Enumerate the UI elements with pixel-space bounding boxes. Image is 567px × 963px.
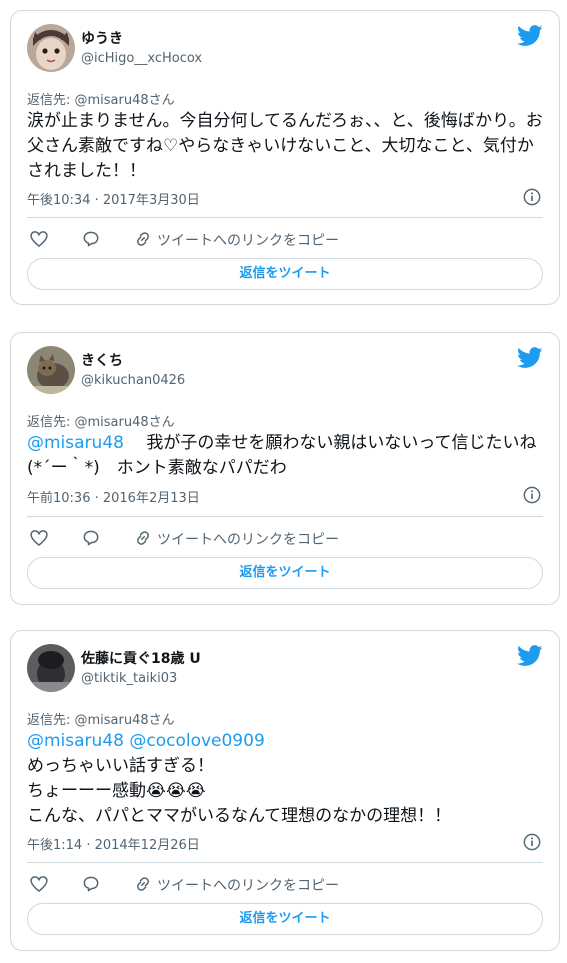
link-icon[interactable] (133, 229, 153, 249)
info-icon[interactable] (523, 833, 541, 851)
info-icon[interactable] (523, 188, 541, 206)
tweet-text-line: ちょーーー感動😭😭😭 (27, 781, 206, 801)
tweet-text: @misaru48 我が子の幸せを願わない親はいないって信じたいね(*´ー｀*)… (27, 431, 545, 481)
avatar[interactable] (27, 644, 75, 692)
user-handle[interactable]: @tiktik_taiki03 (81, 671, 177, 686)
reply-to-label: 返信先: @misaru48さん (27, 93, 175, 108)
reply-to-label: 返信先: @misaru48さん (27, 713, 175, 728)
info-icon[interactable] (523, 486, 541, 504)
comment-icon[interactable] (81, 229, 101, 249)
heart-icon[interactable] (29, 528, 49, 548)
reply-to-label: 返信先: @misaru48さん (27, 415, 175, 430)
action-bar: ツイートへのリンクをコピー (27, 528, 543, 552)
divider (27, 862, 543, 863)
comment-icon[interactable] (81, 874, 101, 894)
tweet-text-line: こんな、パパとママがいるなんて理想のなかの理想！！ (27, 806, 452, 826)
action-bar: ツイートへのリンクをコピー (27, 229, 543, 253)
user-handle[interactable]: @kikuchan0426 (81, 373, 185, 388)
user-handle[interactable]: @icHigo__xcHocox (81, 51, 202, 66)
display-name[interactable]: ゆうき (81, 28, 123, 48)
reply-tweet-button[interactable]: 返信をツイート (27, 258, 543, 290)
divider (27, 516, 543, 517)
link-icon[interactable] (133, 874, 153, 894)
copy-link-label[interactable]: ツイートへのリンクをコピー (157, 529, 339, 549)
reply-tweet-button[interactable]: 返信をツイート (27, 557, 543, 589)
twitter-bird-icon[interactable] (517, 25, 543, 47)
action-bar: ツイートへのリンクをコピー (27, 874, 543, 898)
mention-link[interactable]: @misaru48 @cocolove0909 (27, 729, 545, 754)
tweet-timestamp[interactable]: 午後10:34 · 2017年3月30日 (27, 189, 200, 208)
tweet-text-line: めっちゃいい話すぎる！ (27, 756, 214, 776)
reply-tweet-button[interactable]: 返信をツイート (27, 903, 543, 935)
copy-link-label[interactable]: ツイートへのリンクをコピー (157, 875, 339, 895)
heart-icon[interactable] (29, 229, 49, 249)
tweet-timestamp[interactable]: 午前10:36 · 2016年2月13日 (27, 487, 200, 506)
tweet-card-3: 佐藤に貢ぐ18歳 U @tiktik_taiki03 返信先: @misaru4… (10, 630, 560, 951)
copy-link-label[interactable]: ツイートへのリンクをコピー (157, 230, 339, 250)
link-icon[interactable] (133, 528, 153, 548)
display-name[interactable]: きくち (81, 350, 123, 370)
divider (27, 217, 543, 218)
avatar[interactable] (27, 24, 75, 72)
tweet-text: 涙が止まりません。今自分何してるんだろぉ、、と、後悔ばかり。お父さん素敵ですね♡… (27, 111, 543, 181)
tweet-text: @misaru48 @cocolove0909 めっちゃいい話すぎる！ ちょーー… (27, 729, 545, 829)
avatar[interactable] (27, 346, 75, 394)
tweet-card-1: ゆうき @icHigo__xcHocox 返信先: @misaru48さん 涙が… (10, 10, 560, 305)
display-name[interactable]: 佐藤に貢ぐ18歳 U (81, 648, 201, 668)
tweet-card-2: きくち @kikuchan0426 返信先: @misaru48さん @misa… (10, 332, 560, 605)
heart-icon[interactable] (29, 874, 49, 894)
twitter-bird-icon[interactable] (517, 645, 543, 667)
tweet-timestamp[interactable]: 午後1:14 · 2014年12月26日 (27, 834, 200, 853)
comment-icon[interactable] (81, 528, 101, 548)
twitter-bird-icon[interactable] (517, 347, 543, 369)
mention-link[interactable]: @misaru48 (27, 433, 124, 453)
